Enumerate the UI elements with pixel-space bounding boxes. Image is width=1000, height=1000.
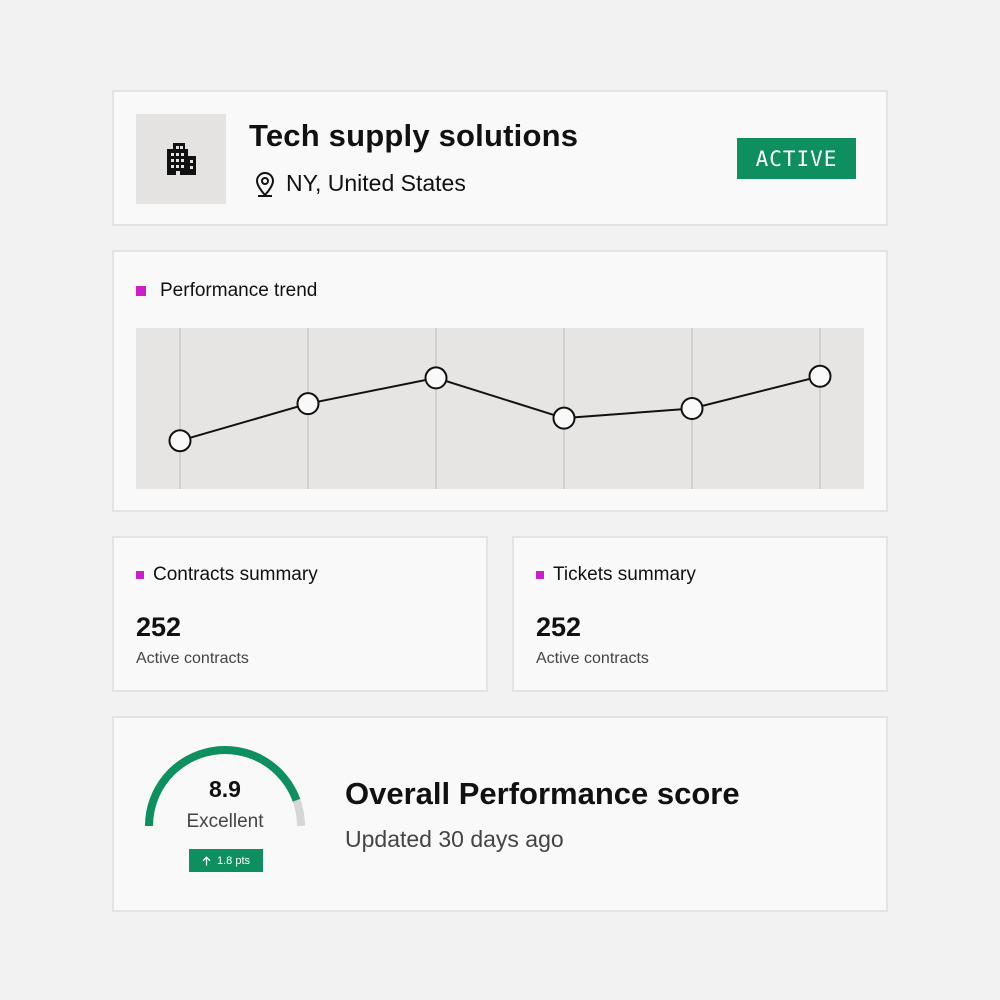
contracts-caption: Active contracts (136, 650, 249, 667)
score-updated: Updated 30 days ago (345, 826, 564, 852)
location-text: NY, United States (286, 170, 466, 196)
tickets-count: 252 (536, 612, 582, 642)
status-badge: ACTIVE (737, 138, 856, 179)
section-marker (536, 571, 544, 579)
score-title: Overall Performance score (345, 776, 740, 811)
trend-point-2 (296, 392, 320, 416)
trend-point-4 (552, 406, 576, 430)
location-pin-icon (255, 171, 275, 197)
performance-trend-title: Performance trend (160, 280, 318, 301)
score-value: 8.9 (209, 776, 241, 802)
tickets-summary-title: Tickets summary (553, 564, 696, 585)
performance-trend-chart (136, 328, 864, 489)
performance-trend-header: Performance trend (136, 280, 317, 302)
contracts-summary-card: Contracts summary 252 Active contracts (112, 536, 488, 692)
tickets-summary-card: Tickets summary 252 Active contracts (512, 536, 888, 692)
trend-point-5 (680, 397, 704, 420)
trend-point-6 (808, 364, 832, 388)
tickets-caption: Active contracts (536, 650, 649, 667)
building-icon (167, 143, 196, 175)
trend-point-3 (424, 366, 448, 390)
trend-chart-svg (168, 328, 832, 489)
performance-trend-card: Performance trend (112, 250, 888, 512)
contracts-count: 252 (136, 612, 182, 642)
section-marker (136, 286, 146, 296)
trend-point-1 (168, 429, 192, 453)
section-marker (136, 571, 144, 579)
score-delta: 1.8 pts (216, 854, 251, 867)
tickets-summary-header: Tickets summary (536, 564, 696, 586)
contracts-summary-header: Contracts summary (136, 564, 318, 586)
overall-score-card: 8.9 Excellent 1.8 pts Overall Performanc… (112, 716, 888, 912)
arrow-up-icon (202, 855, 211, 865)
company-name: Tech supply solutions (249, 118, 579, 153)
company-location: NY, United States (254, 170, 466, 197)
score-delta-badge: 1.8 pts (189, 849, 263, 872)
company-logo (136, 114, 226, 204)
trend-line (179, 375, 821, 442)
score-rating: Excellent (186, 811, 264, 832)
company-header-card: Tech supply solutions NY, United States … (112, 90, 888, 226)
contracts-summary-title: Contracts summary (153, 564, 318, 585)
